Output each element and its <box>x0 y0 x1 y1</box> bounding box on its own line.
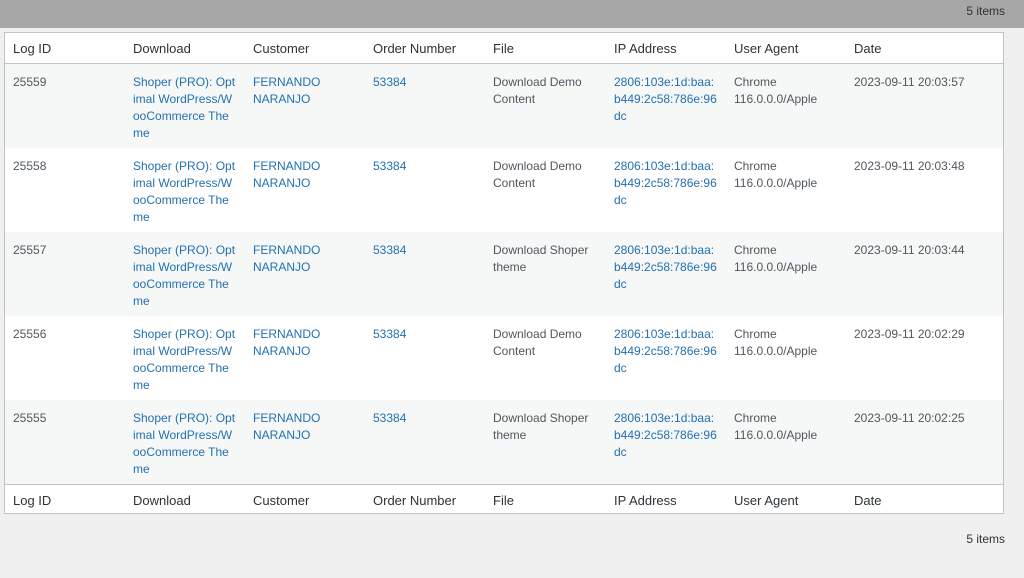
table-row: 25558 Shoper (PRO): Optimal WordPress/Wo… <box>5 148 1003 232</box>
order-number-link[interactable]: 53384 <box>373 411 406 425</box>
order-number-link[interactable]: 53384 <box>373 327 406 341</box>
cell-date: 2023-09-11 20:03:48 <box>846 148 1003 232</box>
cell-log-id: 25559 <box>5 63 125 148</box>
ip-address-link[interactable]: 2806:103e:1d:baa:b449:2c58:786e:96dc <box>614 243 717 291</box>
cell-file: Download Demo Content <box>485 148 606 232</box>
table-row: 25555 Shoper (PRO): Optimal WordPress/Wo… <box>5 400 1003 485</box>
cell-log-id: 25556 <box>5 316 125 400</box>
ip-address-link[interactable]: 2806:103e:1d:baa:b449:2c58:786e:96dc <box>614 327 717 375</box>
cell-date: 2023-09-11 20:03:44 <box>846 232 1003 316</box>
order-number-link[interactable]: 53384 <box>373 75 406 89</box>
customer-link[interactable]: FERNANDO NARANJO <box>253 75 320 106</box>
customer-link[interactable]: FERNANDO NARANJO <box>253 411 320 442</box>
column-footer-ip-address: IP Address <box>606 484 726 515</box>
cell-log-id: 25555 <box>5 400 125 485</box>
cell-user-agent: Chrome 116.0.0.0/Apple <box>726 63 846 148</box>
table-row: 25559 Shoper (PRO): Optimal WordPress/Wo… <box>5 63 1003 148</box>
table-header-row: Log ID Download Customer Order Number Fi… <box>5 33 1003 64</box>
column-footer-download: Download <box>125 484 245 515</box>
table-row: 25557 Shoper (PRO): Optimal WordPress/Wo… <box>5 232 1003 316</box>
table-row: 25556 Shoper (PRO): Optimal WordPress/Wo… <box>5 316 1003 400</box>
cell-file: Download Demo Content <box>485 316 606 400</box>
cell-date: 2023-09-11 20:02:25 <box>846 400 1003 485</box>
cell-user-agent: Chrome 116.0.0.0/Apple <box>726 316 846 400</box>
download-link[interactable]: Shoper (PRO): Optimal WordPress/WooComme… <box>133 159 235 224</box>
column-footer-date: Date <box>846 484 1003 515</box>
table-footer-row: Log ID Download Customer Order Number Fi… <box>5 484 1003 515</box>
column-header-file: File <box>485 33 606 64</box>
items-count-bottom: 5 items <box>966 532 1005 546</box>
download-log-table: Log ID Download Customer Order Number Fi… <box>4 32 1004 515</box>
column-header-order-number: Order Number <box>365 33 485 64</box>
ip-address-link[interactable]: 2806:103e:1d:baa:b449:2c58:786e:96dc <box>614 159 717 207</box>
column-footer-customer: Customer <box>245 484 365 515</box>
download-link[interactable]: Shoper (PRO): Optimal WordPress/WooComme… <box>133 243 235 308</box>
cell-file: Download Shoper theme <box>485 400 606 485</box>
customer-link[interactable]: FERNANDO NARANJO <box>253 327 320 358</box>
download-link[interactable]: Shoper (PRO): Optimal WordPress/WooComme… <box>133 411 235 476</box>
column-header-user-agent: User Agent <box>726 33 846 64</box>
column-footer-order-number: Order Number <box>365 484 485 515</box>
cell-log-id: 25558 <box>5 148 125 232</box>
top-bar: 5 items <box>0 0 1024 28</box>
items-count-top: 5 items <box>966 4 1005 18</box>
column-footer-user-agent: User Agent <box>726 484 846 515</box>
cell-file: Download Shoper theme <box>485 232 606 316</box>
ip-address-link[interactable]: 2806:103e:1d:baa:b449:2c58:786e:96dc <box>614 75 717 123</box>
ip-address-link[interactable]: 2806:103e:1d:baa:b449:2c58:786e:96dc <box>614 411 717 459</box>
download-link[interactable]: Shoper (PRO): Optimal WordPress/WooComme… <box>133 75 235 140</box>
column-footer-log-id: Log ID <box>5 484 125 515</box>
column-header-date: Date <box>846 33 1003 64</box>
column-footer-file: File <box>485 484 606 515</box>
cell-file: Download Demo Content <box>485 63 606 148</box>
download-link[interactable]: Shoper (PRO): Optimal WordPress/WooComme… <box>133 327 235 392</box>
customer-link[interactable]: FERNANDO NARANJO <box>253 243 320 274</box>
column-header-customer: Customer <box>245 33 365 64</box>
cell-user-agent: Chrome 116.0.0.0/Apple <box>726 232 846 316</box>
customer-link[interactable]: FERNANDO NARANJO <box>253 159 320 190</box>
column-header-log-id: Log ID <box>5 33 125 64</box>
order-number-link[interactable]: 53384 <box>373 243 406 257</box>
cell-user-agent: Chrome 116.0.0.0/Apple <box>726 400 846 485</box>
cell-log-id: 25557 <box>5 232 125 316</box>
cell-user-agent: Chrome 116.0.0.0/Apple <box>726 148 846 232</box>
order-number-link[interactable]: 53384 <box>373 159 406 173</box>
column-header-download: Download <box>125 33 245 64</box>
cell-date: 2023-09-11 20:03:57 <box>846 63 1003 148</box>
cell-date: 2023-09-11 20:02:29 <box>846 316 1003 400</box>
column-header-ip-address: IP Address <box>606 33 726 64</box>
